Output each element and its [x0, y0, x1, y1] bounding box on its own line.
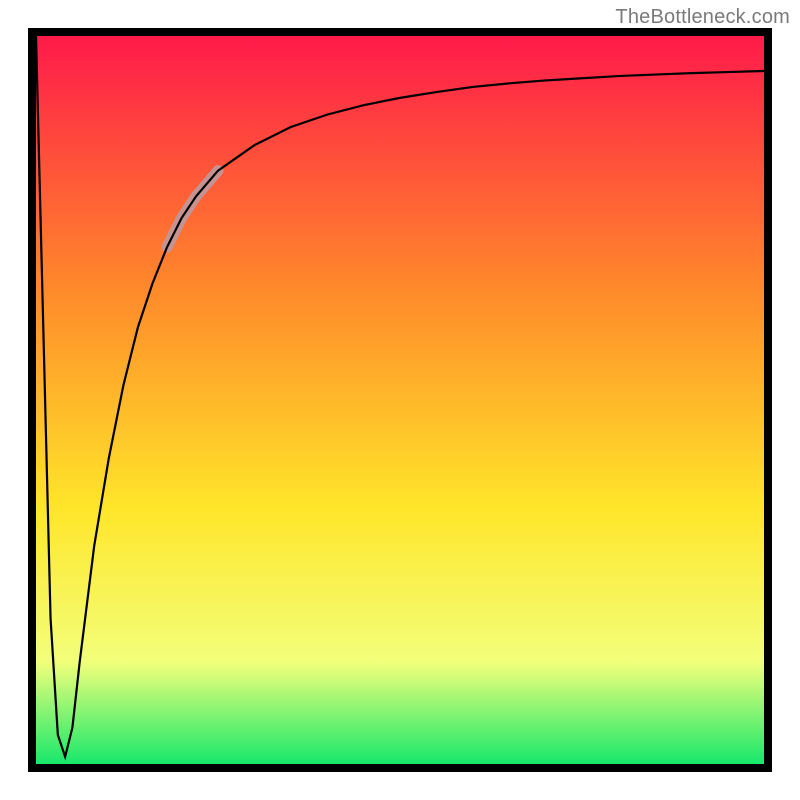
chart-frame [28, 28, 772, 772]
attribution-text: TheBottleneck.com [615, 6, 790, 29]
gradient-background [36, 36, 764, 764]
chart-plot-area [36, 36, 764, 764]
